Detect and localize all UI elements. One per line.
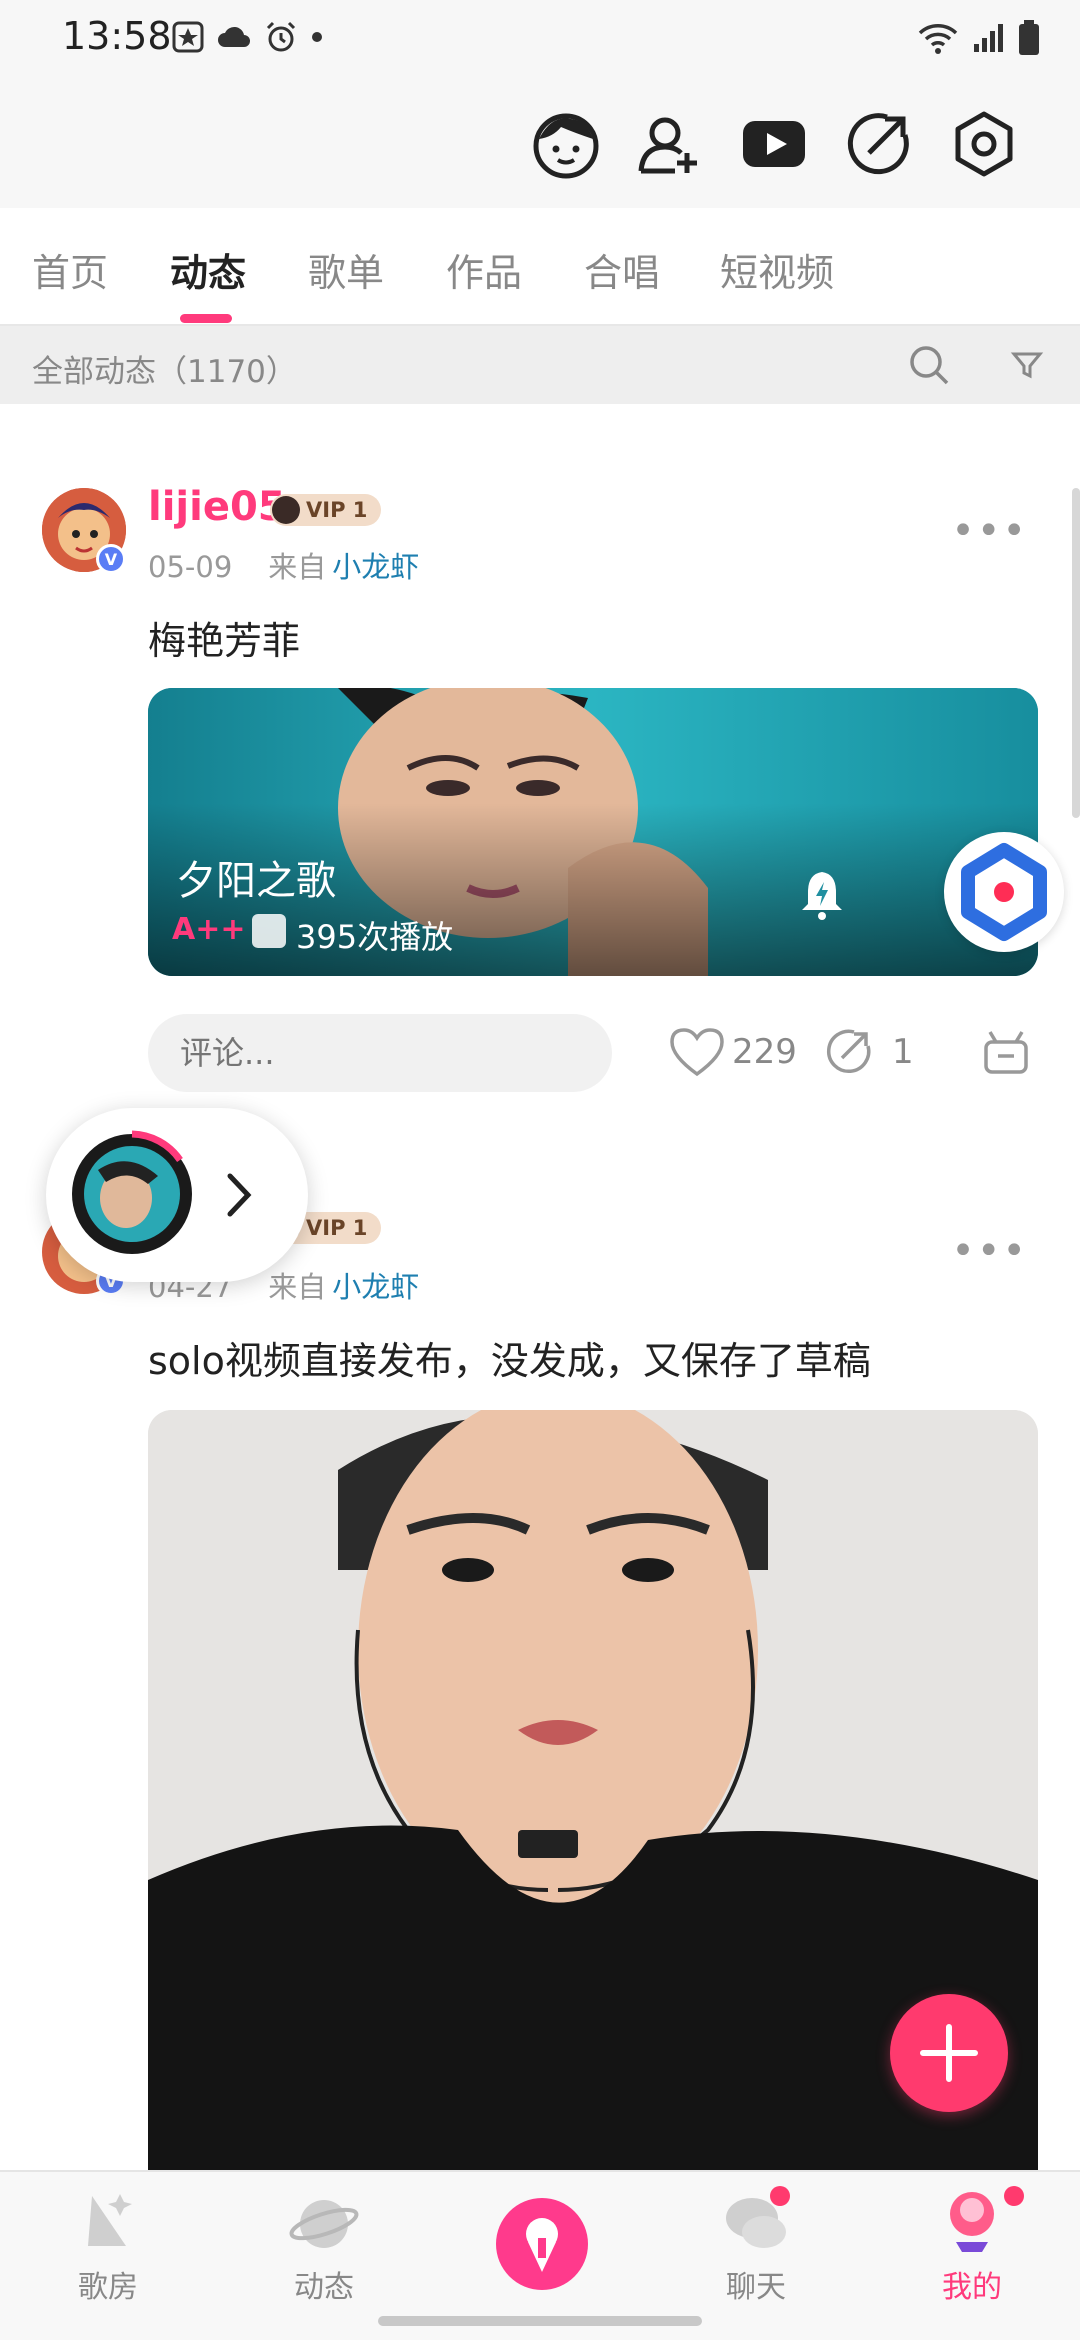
share-button[interactable] [842,108,914,180]
search-icon[interactable] [906,342,952,388]
nav-chat-label: 聊天 [726,2270,786,2305]
vip-badge: VIP 1 [270,494,382,526]
create-post-button[interactable] [890,1994,1008,2112]
tab-short-video[interactable]: 短视频 [720,242,834,297]
nav-song-room-label: 歌房 [78,2270,138,2305]
mini-player[interactable] [46,1108,308,1282]
comment-field[interactable] [148,1014,612,1092]
share-post-button[interactable]: 1 [822,1026,914,1078]
gift-icon[interactable] [980,1026,1032,1078]
post-from-label: 来自 [268,1270,327,1304]
microphone-icon [526,2218,558,2272]
post-date: 05-09 [148,550,233,584]
wifi-icon [918,24,958,54]
nav-feed-label: 动态 [294,2270,354,2305]
verified-badge-icon: V [96,544,126,574]
planet-icon [289,2200,359,2248]
video-button[interactable] [738,108,810,180]
nav-me-label: 我的 [942,2270,1002,2305]
nav-song-room[interactable]: 歌房 [28,2186,188,2306]
crown-icon [272,496,300,524]
heart-icon [670,1028,724,1077]
boost-bell-icon[interactable] [800,868,844,922]
post-source-link[interactable]: 小龙虾 [332,550,419,584]
status-right-icons [918,20,1040,56]
avatar-face-button[interactable] [530,108,602,180]
nav-chat[interactable]: 聊天 [676,2186,836,2306]
filter-icon[interactable] [1004,342,1050,388]
like-count: 229 [732,1032,797,1072]
face-icon [533,113,599,179]
feed-count-label[interactable]: 全部动态（1170） [32,346,297,391]
signal-icon [974,24,1003,52]
post-source-link[interactable]: 小龙虾 [332,1270,419,1304]
song-card[interactable]: 夕阳之歌 A++ 395次播放 [148,688,1038,976]
play-video-icon [743,121,805,167]
active-tab-indicator [180,314,232,323]
share-icon [826,1029,871,1074]
gesture-home-bar[interactable] [378,2316,702,2326]
top-action-bar [0,80,1080,208]
post-more-button[interactable]: ••• [951,1228,1028,1274]
status-left-icons [172,20,324,54]
song-title: 夕阳之歌 [176,858,336,904]
nav-me[interactable]: 我的 [892,2186,1052,2306]
mini-player-disc[interactable] [68,1130,196,1258]
chevron-right-icon[interactable] [224,1170,254,1220]
tab-works[interactable]: 作品 [446,242,522,297]
nav-feed[interactable]: 动态 [244,2186,404,2306]
app-notification-icon [172,21,204,53]
play-count-icon [252,914,286,948]
post-text: 梅艳芳菲 [148,619,301,663]
post-from-label: 来自 [268,550,327,584]
status-bar: 13:58 [0,0,1080,80]
feed-filter-bar: 全部动态（1170） [0,326,1080,404]
add-user-icon [638,117,697,174]
share-count: 1 [892,1032,914,1072]
tab-playlist[interactable]: 歌单 [308,242,384,297]
post-username[interactable]: lijie05 [148,484,286,530]
post-more-button[interactable]: ••• [951,508,1028,554]
song-play-count: 395次播放 [296,918,454,956]
alarm-icon [266,21,296,52]
like-button[interactable]: 229 [668,1026,797,1078]
comment-input[interactable] [148,1014,612,1092]
post-meta: 05-09 来自 小龙虾 [148,544,419,586]
settings-icon [955,111,1013,177]
post-text: solo视频直接发布，没发成，又保存了草稿 [148,1339,871,1383]
song-grade: A++ [172,912,246,947]
profile-icon [950,2192,994,2252]
plus-icon [920,2024,978,2082]
tab-chorus[interactable]: 合唱 [584,242,660,297]
tab-feed[interactable]: 动态 [170,242,246,297]
profile-tabs: 首页 动态 歌单 作品 合唱 短视频 [0,208,1080,326]
scrollbar[interactable] [1072,488,1080,818]
app-logo-badge[interactable] [944,832,1064,952]
tab-home[interactable]: 首页 [32,242,108,297]
sing-mic-button[interactable] [496,2198,588,2290]
settings-button[interactable] [948,108,1020,180]
app-logo-icon [961,843,1047,941]
profile-unread-dot [1004,2186,1024,2206]
battery-icon [1019,20,1039,55]
cloud-icon [218,26,250,47]
status-time: 13:58 [62,14,172,58]
chat-unread-dot [770,2186,790,2206]
share-icon [847,113,909,175]
dot-icon [312,32,322,42]
add-friend-button[interactable] [634,108,706,180]
song-room-icon [88,2194,132,2246]
